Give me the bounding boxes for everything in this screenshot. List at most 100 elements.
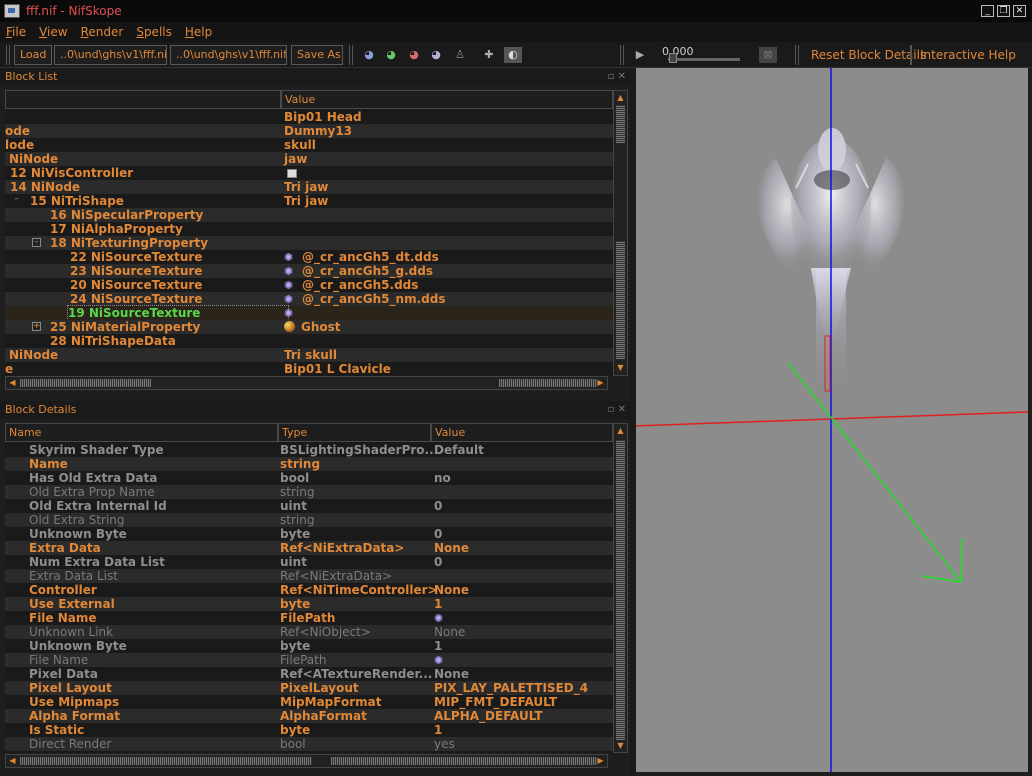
block-list-header-value[interactable]: Value [281,90,613,109]
collapse-icon[interactable]: – [32,238,41,247]
block-list-tree[interactable]: Value Bip01 Head ode Dummy13 lode skull … [5,90,613,376]
menu-spells[interactable]: Spells [136,25,172,39]
block-details-table[interactable]: Name Type Value Skyrim Shader Type BSLigh… [5,423,613,753]
tree-row[interactable]: – 18 NiTexturingProperty [5,236,613,250]
menu-help[interactable]: Help [185,25,212,39]
detail-row[interactable]: File Name FilePath ✺ [5,653,613,667]
tree-row[interactable]: – 15 NiTriShape Tri jaw [5,194,613,208]
time-slider-track[interactable] [668,58,740,61]
scroll-right-icon[interactable]: ▶ [596,378,605,388]
tree-row[interactable]: Bip01 Head [5,110,613,124]
details-header-value[interactable]: Value [431,423,613,442]
tree-row[interactable]: 17 NiAlphaProperty [5,222,613,236]
detail-row[interactable]: Num Extra Data List uint 0 [5,555,613,569]
eye-icon[interactable]: ◕ [382,47,400,63]
scroll-up-icon[interactable]: ▲ [616,93,625,102]
detail-row[interactable]: Old Extra String string [5,513,613,527]
viewport-canvas[interactable] [633,68,1029,772]
scroll-down-icon[interactable]: ▼ [616,363,625,372]
tree-row[interactable]: + 25 NiMaterialProperty Ghost [5,320,613,334]
render-viewport[interactable] [633,68,1029,772]
minimize-button[interactable]: _ [981,5,994,17]
expand-icon[interactable]: + [32,322,41,331]
menu-render[interactable]: Render [81,25,124,39]
detail-row[interactable]: Unknown Byte byte 1 [5,639,613,653]
tree-row[interactable]: 12 NiVisController [5,166,613,180]
detail-row[interactable]: Controller Ref<NiTimeController> None [5,583,613,597]
tree-row-selected[interactable]: 19 NiSourceTexture ✺ [5,305,613,321]
eye-icon[interactable]: ◕ [427,47,445,63]
block-list-hscroll[interactable]: ◀ ▶ [5,376,608,390]
scroll-down-icon[interactable]: ▼ [616,741,625,750]
detail-row[interactable]: Alpha Format AlphaFormat ALPHA_DEFAULT [5,709,613,723]
scroll-right-icon[interactable]: ▶ [596,756,605,766]
tree-row[interactable]: 24 NiSourceTexture ✺ @_cr_ancGh5_nm.dds [5,292,613,306]
close-button[interactable]: ✕ [1013,5,1026,17]
figure-icon[interactable]: ♙ [451,47,469,63]
block-details-vscroll[interactable]: ▲ ▼ [613,423,628,753]
detail-row[interactable]: Old Extra Internal Id uint 0 [5,499,613,513]
collapse-icon[interactable]: – [12,195,21,205]
scroll-thumb[interactable] [20,757,312,765]
tree-row[interactable]: NiNode Tri skull [5,348,613,362]
tree-row[interactable]: ode Dummy13 [5,124,613,138]
detail-row[interactable]: Skyrim Shader Type BSLightingShaderPro...… [5,443,613,457]
loop-icon[interactable]: ⊠ [759,47,777,63]
play-icon[interactable]: ▶ [631,47,649,63]
toolbar-grip[interactable] [349,45,353,65]
detail-row[interactable]: Use External byte 1 [5,597,613,611]
detail-row[interactable]: Old Extra Prop Name string [5,485,613,499]
toolbar-grip[interactable] [6,45,10,65]
detail-row[interactable]: File Name FilePath ✺ [5,611,613,625]
detail-row[interactable]: Has Old Extra Data bool no [5,471,613,485]
scroll-thumb[interactable] [20,379,151,387]
detail-row[interactable]: Is Static byte 1 [5,723,613,737]
scroll-left-icon[interactable]: ◀ [8,378,17,388]
scroll-up-icon[interactable]: ▲ [616,426,625,435]
detail-row[interactable]: Use Mipmaps MipMapFormat MIP_FMT_DEFAULT [5,695,613,709]
eye-icon[interactable]: ◕ [360,47,378,63]
tree-row[interactable]: lode skull [5,138,613,152]
save-as-button[interactable]: Save As [291,45,343,65]
block-list-vscroll[interactable]: ▲ ▼ [613,90,628,376]
details-header-name[interactable]: Name [5,423,278,442]
detail-row[interactable]: Name string [5,457,613,471]
scroll-thumb[interactable] [499,379,597,387]
time-slider-handle[interactable] [669,53,677,63]
axes-icon[interactable]: ✚ [480,47,498,63]
detail-row[interactable]: Unknown Byte byte 0 [5,527,613,541]
load-button[interactable]: Load [14,45,52,65]
save-path-field[interactable]: ..0\und\ghs\v1\fff.nif [170,45,287,65]
panel-float-close-icon[interactable]: ▫ ✕ [608,401,626,419]
details-header-type[interactable]: Type [278,423,431,442]
scroll-thumb[interactable] [331,757,597,765]
detail-row[interactable]: Unknown Link Ref<NiObject> None [5,625,613,639]
reset-block-details-button[interactable]: Reset Block Details [811,48,926,62]
tree-row[interactable]: e Bip01 L Clavicle [5,362,613,376]
scroll-left-icon[interactable]: ◀ [8,756,17,766]
tree-row[interactable]: 22 NiSourceTexture ✺ @_cr_ancGh5_dt.dds [5,250,613,264]
block-details-hscroll[interactable]: ◀ ▶ [5,754,608,768]
tree-row[interactable]: 16 NiSpecularProperty [5,208,613,222]
detail-row[interactable]: Pixel Layout PixelLayout PIX_LAY_PALETTISE… [5,681,613,695]
tree-row[interactable]: 28 NiTriShapeData [5,334,613,348]
tree-row[interactable]: 20 NiSourceTexture ✺ @_cr_ancGh5.dds [5,278,613,292]
panel-float-close-icon[interactable]: ▫ ✕ [608,68,626,86]
menu-file[interactable]: File [6,25,26,39]
scroll-thumb[interactable] [616,241,625,359]
detail-row[interactable]: Pixel Data Ref<ATextureRender... None [5,667,613,681]
detail-row[interactable]: Direct Render bool yes [5,737,613,751]
menu-view[interactable]: View [39,25,67,39]
tree-row[interactable]: 23 NiSourceTexture ✺ @_cr_ancGh5_g.dds [5,264,613,278]
shading-icon[interactable]: ◐ [504,47,522,63]
toolbar-grip[interactable] [620,45,624,65]
eye-icon[interactable]: ◕ [405,47,423,63]
tree-row[interactable]: NiNode jaw [5,152,613,166]
detail-row[interactable]: Extra Data Ref<NiExtraData> None [5,541,613,555]
restore-button[interactable]: ❐ [997,5,1010,17]
scroll-thumb[interactable] [616,105,625,143]
tree-row[interactable]: 14 NiNode Tri jaw [5,180,613,194]
detail-row[interactable]: Extra Data List Ref<NiExtraData> [5,569,613,583]
interactive-help-button[interactable]: Interactive Help [920,48,1016,62]
block-list-header-name[interactable] [5,90,281,109]
